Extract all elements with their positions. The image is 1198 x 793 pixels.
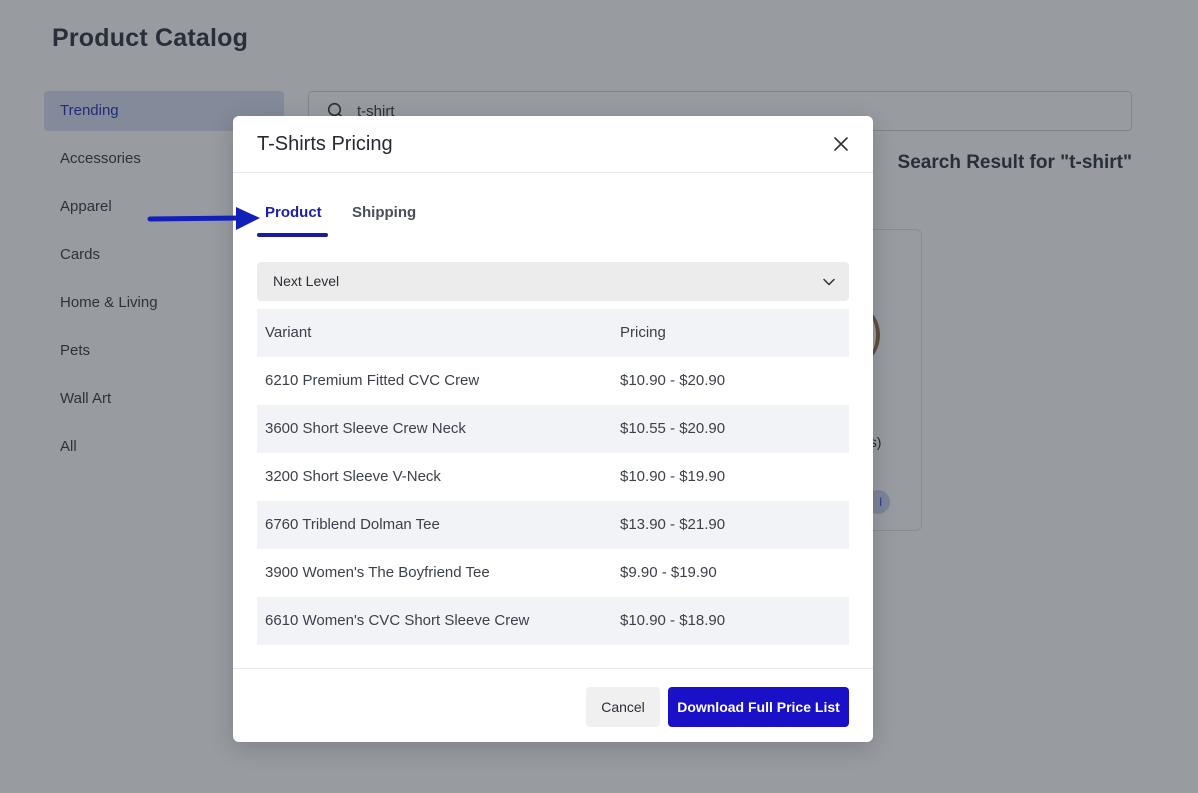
- variant-cell: 6760 Triblend Dolman Tee: [265, 516, 440, 533]
- variant-cell: 6210 Premium Fitted CVC Crew: [265, 372, 480, 389]
- modal-title: T-Shirts Pricing: [257, 133, 393, 155]
- column-header-variant: Variant: [265, 324, 312, 341]
- chevron-down-icon: [823, 278, 835, 286]
- modal-footer: Cancel Download Full Price List: [233, 668, 873, 742]
- annotation-arrow-icon: [147, 207, 260, 230]
- pricing-cell: $10.90 - $20.90: [620, 372, 726, 389]
- close-icon[interactable]: [831, 134, 851, 154]
- table-row: 6610 Women's CVC Short Sleeve Crew $10.9…: [257, 597, 849, 645]
- pricing-modal: T-Shirts Pricing Product Shipping Next L…: [233, 116, 873, 742]
- pricing-cell: $10.55 - $20.90: [620, 420, 726, 437]
- pricing-table: Variant Pricing 6210 Premium Fitted CVC …: [257, 309, 849, 645]
- variant-cell: 6610 Women's CVC Short Sleeve Crew: [265, 612, 530, 629]
- download-price-list-button[interactable]: Download Full Price List: [668, 687, 849, 727]
- modal-header: T-Shirts Pricing: [233, 116, 873, 173]
- tab-shipping[interactable]: Shipping: [352, 204, 416, 221]
- table-row: 3900 Women's The Boyfriend Tee $9.90 - $…: [257, 549, 849, 597]
- pricing-cell: $10.90 - $19.90: [620, 468, 726, 485]
- table-row: 6760 Triblend Dolman Tee $13.90 - $21.90: [257, 501, 849, 549]
- table-row: 3200 Short Sleeve V-Neck $10.90 - $19.90: [257, 453, 849, 501]
- tab-product[interactable]: Product: [265, 204, 322, 221]
- table-header: Variant Pricing: [257, 309, 849, 357]
- tab-active-indicator: [257, 233, 328, 237]
- pricing-cell: $10.90 - $18.90: [620, 612, 726, 629]
- column-header-pricing: Pricing: [620, 324, 666, 341]
- table-row: 3600 Short Sleeve Crew Neck $10.55 - $20…: [257, 405, 849, 453]
- brand-select[interactable]: Next Level: [257, 262, 849, 301]
- cancel-button[interactable]: Cancel: [586, 687, 660, 727]
- pricing-cell: $9.90 - $19.90: [620, 564, 717, 581]
- variant-cell: 3200 Short Sleeve V-Neck: [265, 468, 441, 485]
- variant-cell: 3600 Short Sleeve Crew Neck: [265, 420, 466, 437]
- table-row: 6210 Premium Fitted CVC Crew $10.90 - $2…: [257, 357, 849, 405]
- brand-select-value: Next Level: [273, 273, 340, 289]
- variant-cell: 3900 Women's The Boyfriend Tee: [265, 564, 490, 581]
- pricing-cell: $13.90 - $21.90: [620, 516, 726, 533]
